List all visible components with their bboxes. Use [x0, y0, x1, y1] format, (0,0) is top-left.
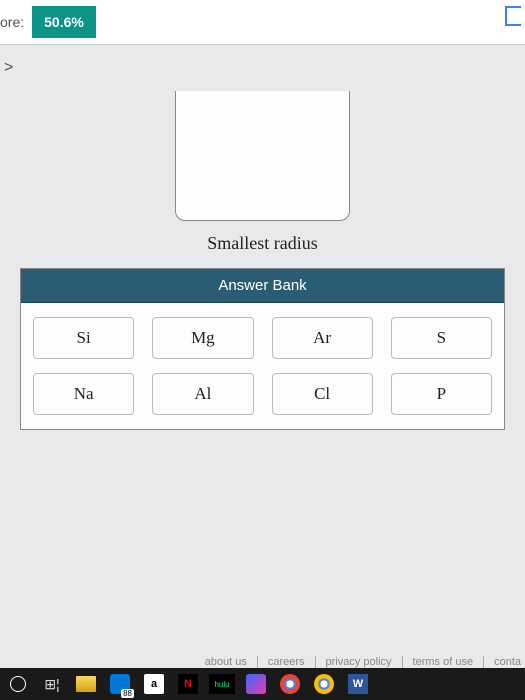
taskbar: ⊞¦ 88 a N hulu W	[0, 668, 525, 700]
cortana-icon[interactable]	[4, 672, 32, 696]
answer-bank: Answer Bank Si Mg Ar S Na Al Cl P	[20, 268, 505, 430]
chrome-icon[interactable]	[310, 672, 338, 696]
element-tile[interactable]: Al	[152, 373, 253, 415]
edge-badge: 88	[121, 689, 134, 698]
element-tile[interactable]: S	[391, 317, 492, 359]
task-view-icon[interactable]: ⊞¦	[38, 672, 66, 696]
footer-link[interactable]: about us	[195, 656, 258, 668]
footer-link[interactable]: careers	[258, 656, 316, 668]
score-value: 50.6%	[32, 6, 96, 38]
chrome-icon[interactable]	[276, 672, 304, 696]
footer-link[interactable]: terms of use	[403, 656, 485, 668]
element-tile[interactable]: Mg	[152, 317, 253, 359]
drop-zone-smallest[interactable]	[175, 91, 350, 221]
element-tile[interactable]: Na	[33, 373, 134, 415]
pandora-icon[interactable]	[242, 672, 270, 696]
word-icon[interactable]: W	[344, 672, 372, 696]
page-icon[interactable]	[505, 6, 521, 26]
footer-link[interactable]: conta	[484, 656, 525, 668]
smallest-radius-label: Smallest radius	[20, 233, 505, 254]
answer-bank-title: Answer Bank	[21, 269, 504, 303]
netflix-icon[interactable]: N	[174, 672, 202, 696]
footer-links: about us careers privacy policy terms of…	[195, 656, 525, 668]
element-tile[interactable]: P	[391, 373, 492, 415]
element-tile[interactable]: Si	[33, 317, 134, 359]
hulu-icon[interactable]: hulu	[208, 672, 236, 696]
element-tile[interactable]: Ar	[272, 317, 373, 359]
element-tile[interactable]: Cl	[272, 373, 373, 415]
score-label: ore:	[0, 14, 24, 30]
amazon-icon[interactable]: a	[140, 672, 168, 696]
file-explorer-icon[interactable]	[72, 672, 100, 696]
edge-icon[interactable]: 88	[106, 672, 134, 696]
next-chevron-icon[interactable]: >	[4, 59, 13, 76]
footer-link[interactable]: privacy policy	[316, 656, 403, 668]
